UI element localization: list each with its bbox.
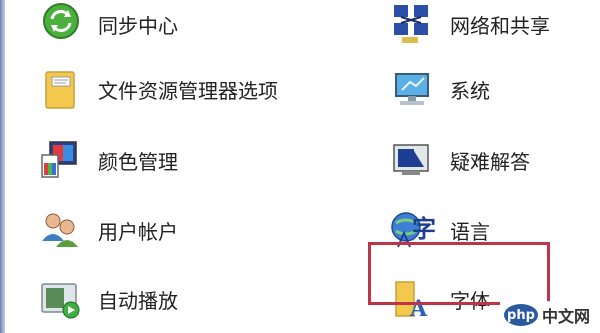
window-left-edge [0, 0, 5, 333]
control-panel-item-user-accounts[interactable]: 用户帐户 [36, 206, 178, 254]
watermark-badge: php [503, 304, 538, 326]
svg-text:字: 字 [412, 215, 436, 243]
highlight-box [368, 242, 550, 305]
item-label: 同步中心 [98, 13, 178, 38]
color-management-icon [36, 137, 86, 183]
control-panel-item-folder-options[interactable]: 文件资源管理器选项 [36, 65, 278, 113]
highlight-box-bottom [368, 302, 500, 305]
autoplay-icon [36, 276, 86, 322]
item-label: 疑难解答 [450, 149, 530, 174]
control-panel-item-autoplay[interactable]: 自动播放 [36, 275, 178, 323]
sync-icon [36, 1, 86, 47]
control-panel-item-color-management[interactable]: 颜色管理 [36, 136, 178, 184]
user-accounts-icon [36, 207, 86, 253]
system-icon [388, 66, 438, 112]
item-label: 自动播放 [98, 288, 178, 313]
network-sharing-icon [388, 1, 438, 47]
watermark: php 中文网 [499, 301, 594, 329]
control-panel-item-network-sharing[interactable]: 网络和共享 [388, 0, 550, 48]
folder-options-icon [36, 66, 86, 112]
control-panel-item-troubleshooting[interactable]: 疑难解答 [388, 136, 530, 184]
item-label: 系统 [450, 78, 490, 103]
item-label: 文件资源管理器选项 [98, 78, 278, 103]
item-label: 网络和共享 [450, 13, 550, 38]
item-label: 用户帐户 [98, 219, 178, 244]
troubleshooting-icon [388, 137, 438, 183]
item-label: 语言 [450, 219, 490, 244]
control-panel-item-system[interactable]: 系统 [388, 65, 490, 113]
item-label: 颜色管理 [98, 149, 178, 174]
control-panel-item-sync-center[interactable]: 同步中心 [36, 0, 178, 48]
watermark-site: 中文网 [541, 307, 590, 326]
